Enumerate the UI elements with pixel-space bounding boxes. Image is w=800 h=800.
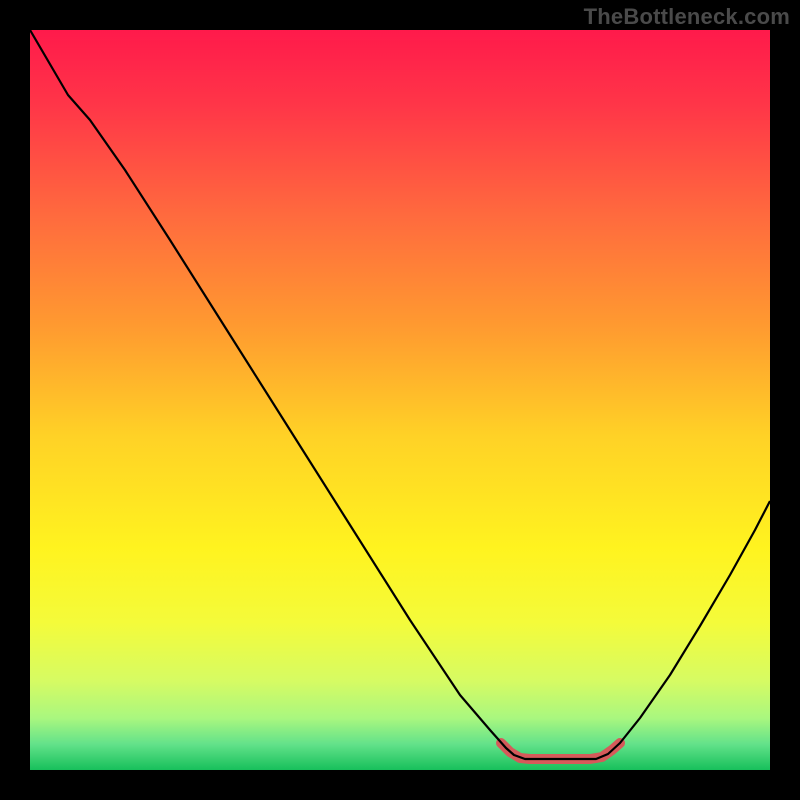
chart-svg (30, 30, 770, 770)
chart-frame: TheBottleneck.com (0, 0, 800, 800)
plot-area (30, 30, 770, 770)
gradient-background (30, 30, 770, 770)
watermark-text: TheBottleneck.com (584, 4, 790, 30)
